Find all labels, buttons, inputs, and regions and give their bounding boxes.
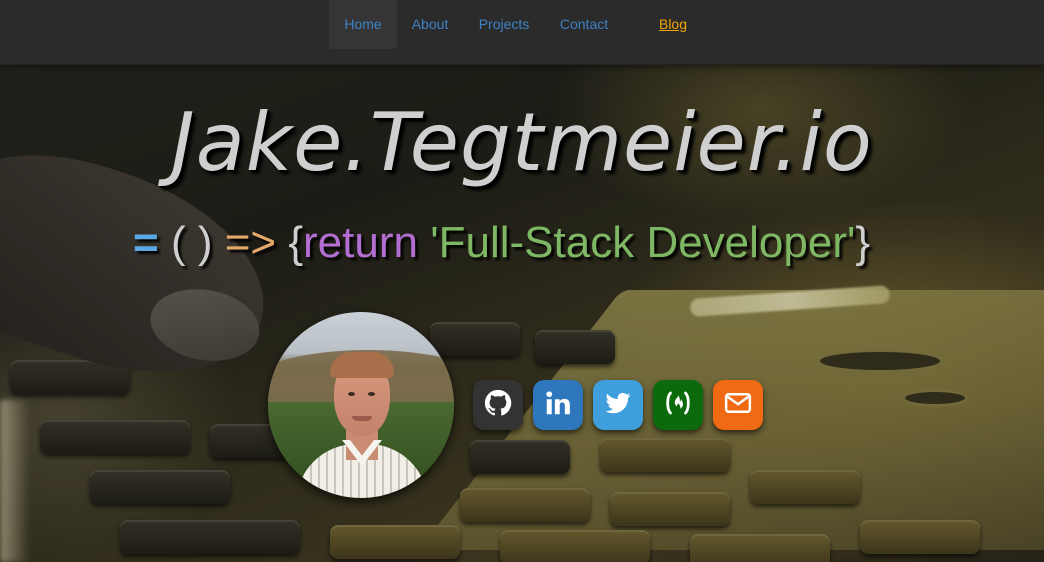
envelope-icon — [723, 388, 753, 423]
linkedin-button[interactable] — [533, 380, 583, 430]
tagline-close-brace: } — [855, 218, 871, 267]
nav-contact-link[interactable]: Contact — [551, 0, 617, 49]
tagline-open-brace: { — [288, 218, 304, 267]
profile-photo — [268, 312, 454, 498]
freecodecamp-icon — [663, 388, 693, 423]
tagline-arrow: => — [224, 218, 277, 267]
site-title: Jake.Tegtmeier.io — [171, 96, 873, 189]
tagline-parens: ( ) — [170, 218, 213, 267]
tagline-return-keyword: return — [303, 218, 418, 267]
nav-projects-link[interactable]: Projects — [470, 0, 538, 49]
freecodecamp-button[interactable] — [653, 380, 703, 430]
github-button[interactable] — [473, 380, 523, 430]
github-icon — [483, 388, 513, 423]
linkedin-icon — [543, 388, 573, 423]
email-button[interactable] — [713, 380, 763, 430]
tagline-equals: = — [133, 218, 159, 267]
nav-blog-link[interactable]: Blog — [650, 0, 696, 49]
hero-background — [0, 0, 1044, 562]
top-navbar: Home About Projects Contact Blog — [0, 0, 1044, 65]
twitter-button[interactable] — [593, 380, 643, 430]
nav-home-link[interactable]: Home — [329, 0, 397, 49]
tagline-string: 'Full-Stack Developer' — [430, 218, 856, 267]
background-shade — [0, 0, 1044, 562]
twitter-icon — [603, 388, 633, 423]
nav-about-link[interactable]: About — [403, 0, 457, 49]
tagline: = ( ) => {return 'Full-Stack Developer'} — [133, 218, 933, 268]
